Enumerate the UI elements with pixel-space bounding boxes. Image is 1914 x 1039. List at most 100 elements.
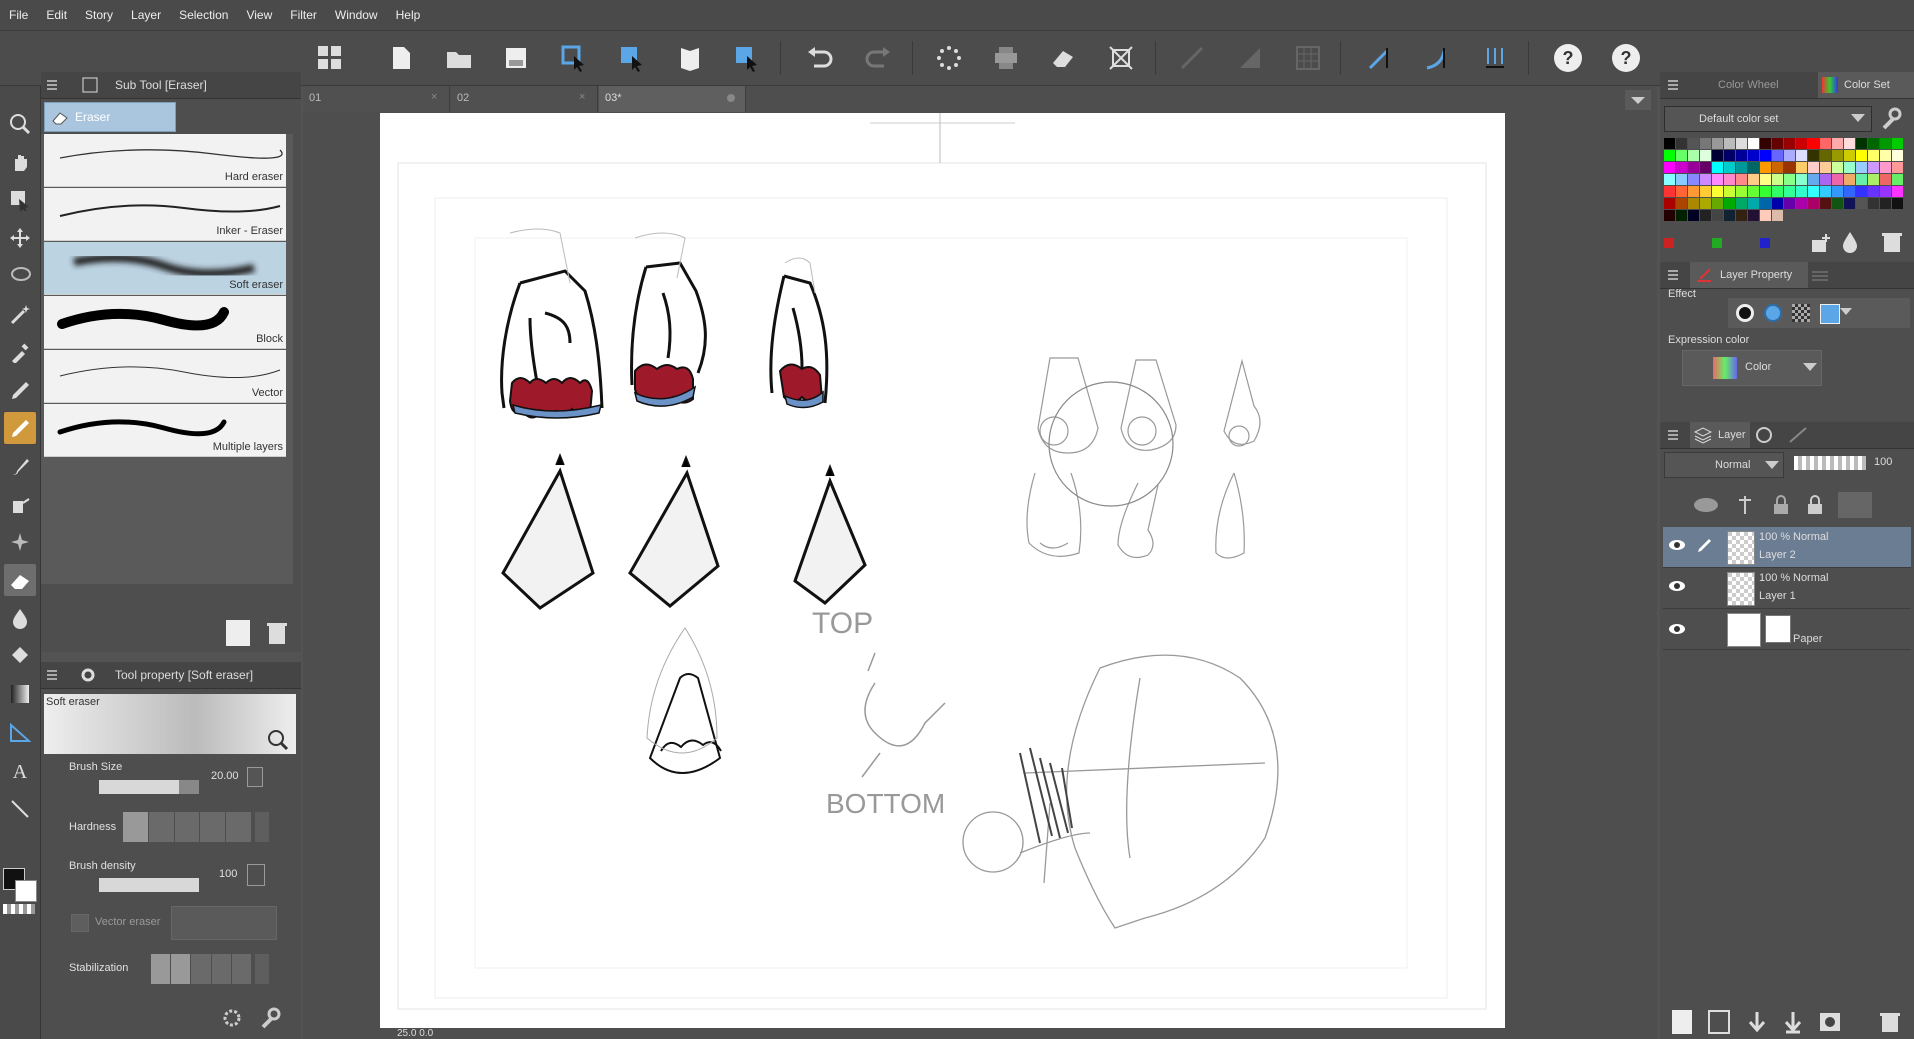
menu-selection[interactable]: Selection bbox=[170, 0, 237, 30]
vector-eraser-mode-select[interactable] bbox=[171, 906, 277, 940]
eyedropper-icon[interactable] bbox=[4, 336, 36, 368]
color-swatch[interactable] bbox=[1760, 186, 1771, 197]
color-swatch[interactable] bbox=[1796, 162, 1807, 173]
color-swatch[interactable] bbox=[1808, 186, 1819, 197]
sub-color-swatch[interactable] bbox=[15, 880, 37, 902]
color-swatch[interactable] bbox=[1820, 198, 1831, 209]
menu-filter[interactable]: Filter bbox=[281, 0, 326, 30]
opacity-slider[interactable] bbox=[1794, 456, 1866, 470]
hand-tool-icon[interactable] bbox=[4, 146, 36, 178]
color-swatch[interactable] bbox=[1664, 174, 1675, 185]
color-swatch[interactable] bbox=[1712, 186, 1723, 197]
color-swatch[interactable] bbox=[1796, 138, 1807, 149]
color-swatch[interactable] bbox=[1664, 210, 1675, 221]
color-swatch[interactable] bbox=[1868, 198, 1879, 209]
grid-snap-icon[interactable] bbox=[1292, 42, 1324, 74]
color-swatch[interactable] bbox=[1892, 138, 1903, 149]
color-swatch[interactable] bbox=[1892, 174, 1903, 185]
color-swatch[interactable] bbox=[1736, 198, 1747, 209]
color-swatch[interactable] bbox=[1880, 198, 1891, 209]
panel-menu-icon[interactable] bbox=[1666, 268, 1680, 282]
color-swatch[interactable] bbox=[1844, 174, 1855, 185]
color-swatch[interactable] bbox=[1784, 198, 1795, 209]
color-swatch[interactable] bbox=[1856, 174, 1867, 185]
color-swatch[interactable] bbox=[1676, 198, 1687, 209]
color-swatch[interactable] bbox=[1700, 174, 1711, 185]
color-swatch[interactable] bbox=[1892, 150, 1903, 161]
snap-ruler-icon[interactable] bbox=[1364, 42, 1396, 74]
grid-layout-icon[interactable] bbox=[314, 42, 346, 74]
color-swatch[interactable] bbox=[1760, 138, 1771, 149]
color-swatch[interactable] bbox=[1748, 210, 1759, 221]
color-swatch[interactable] bbox=[1820, 150, 1831, 161]
transfer-down-icon[interactable] bbox=[1746, 1010, 1768, 1039]
color-swatch[interactable] bbox=[1832, 198, 1843, 209]
brush-density-value[interactable]: 100 bbox=[219, 868, 237, 880]
select-layer-icon[interactable] bbox=[558, 42, 590, 74]
fill-tool-icon[interactable] bbox=[4, 640, 36, 672]
eye-icon[interactable] bbox=[1667, 621, 1687, 642]
color-swatch[interactable] bbox=[1664, 198, 1675, 209]
brush-item-multiple-layers[interactable]: Multiple layers bbox=[44, 404, 286, 457]
help-icon[interactable]: ? bbox=[1552, 42, 1584, 74]
brush-density-slider[interactable] bbox=[99, 878, 199, 892]
color-swatch[interactable] bbox=[1712, 162, 1723, 173]
color-swatch[interactable] bbox=[1760, 210, 1771, 221]
color-swatch[interactable] bbox=[1688, 174, 1699, 185]
ruler-snap-icon[interactable] bbox=[1176, 42, 1208, 74]
balloon-tool-icon[interactable] bbox=[4, 792, 36, 824]
brush-item-block[interactable]: Block bbox=[44, 296, 286, 349]
pressure-icon[interactable] bbox=[247, 864, 265, 886]
color-swatch[interactable] bbox=[1700, 186, 1711, 197]
delete-layer-icon[interactable] bbox=[1878, 1010, 1902, 1039]
color-swatch[interactable] bbox=[1724, 162, 1735, 173]
tab-layer-property[interactable]: Layer Property bbox=[1690, 262, 1808, 288]
color-swatch[interactable] bbox=[1808, 198, 1819, 209]
layer-row[interactable]: 100 % Normal Layer 1 bbox=[1663, 568, 1911, 609]
color-swatch[interactable] bbox=[1820, 138, 1831, 149]
color-swatch[interactable] bbox=[1760, 174, 1771, 185]
chevron-right-icon[interactable] bbox=[255, 812, 269, 842]
save-icon[interactable] bbox=[500, 42, 532, 74]
color-swatch[interactable] bbox=[1856, 186, 1867, 197]
tab-color-wheel[interactable]: Color Wheel bbox=[1700, 72, 1814, 98]
color-swatch[interactable] bbox=[1880, 174, 1891, 185]
color-swatch[interactable] bbox=[1664, 162, 1675, 173]
color-swatch[interactable] bbox=[1772, 210, 1783, 221]
tab-dropdown-icon[interactable] bbox=[1625, 90, 1651, 110]
color-swatch[interactable] bbox=[1748, 150, 1759, 161]
tab-layer[interactable]: Layer bbox=[1690, 422, 1750, 448]
color-swatch[interactable] bbox=[1892, 186, 1903, 197]
color-swatch[interactable] bbox=[1844, 150, 1855, 161]
magic-wand-icon[interactable] bbox=[4, 298, 36, 330]
panel-menu-icon[interactable] bbox=[45, 668, 59, 682]
color-swatch[interactable] bbox=[1844, 162, 1855, 173]
color-swatch[interactable] bbox=[1880, 150, 1891, 161]
color-swatch[interactable] bbox=[1856, 198, 1867, 209]
color-swatch[interactable] bbox=[1772, 186, 1783, 197]
color-swatch[interactable] bbox=[1700, 138, 1711, 149]
color-swatch[interactable] bbox=[1688, 150, 1699, 161]
color-swatch[interactable] bbox=[1856, 162, 1867, 173]
new-raster-layer-icon[interactable] bbox=[1672, 1010, 1692, 1034]
color-swatch[interactable] bbox=[1724, 210, 1735, 221]
swatch-blue[interactable] bbox=[1760, 238, 1770, 248]
doc-tab-03[interactable]: 03* bbox=[599, 86, 746, 112]
clip-layer-icon[interactable] bbox=[1692, 494, 1720, 516]
color-swatch[interactable] bbox=[1736, 186, 1747, 197]
color-swatch[interactable] bbox=[1724, 186, 1735, 197]
color-swatch[interactable] bbox=[1712, 198, 1723, 209]
transform-icon[interactable] bbox=[1105, 42, 1137, 74]
layer-row[interactable]: Paper bbox=[1663, 609, 1911, 650]
text-tool-icon[interactable]: A bbox=[4, 754, 36, 786]
color-swatch[interactable] bbox=[1880, 186, 1891, 197]
wrench-icon[interactable] bbox=[259, 1007, 281, 1034]
vector-eraser-checkbox[interactable] bbox=[71, 914, 89, 932]
panel-menu-icon[interactable] bbox=[1666, 428, 1680, 442]
eye-icon[interactable] bbox=[1667, 537, 1687, 558]
color-swatch[interactable] bbox=[1712, 138, 1723, 149]
color-swatch[interactable] bbox=[1736, 150, 1747, 161]
snap-grid-icon[interactable] bbox=[1479, 42, 1511, 74]
color-swatch[interactable] bbox=[1772, 198, 1783, 209]
doc-tab-02[interactable]: 02 × bbox=[451, 86, 598, 112]
